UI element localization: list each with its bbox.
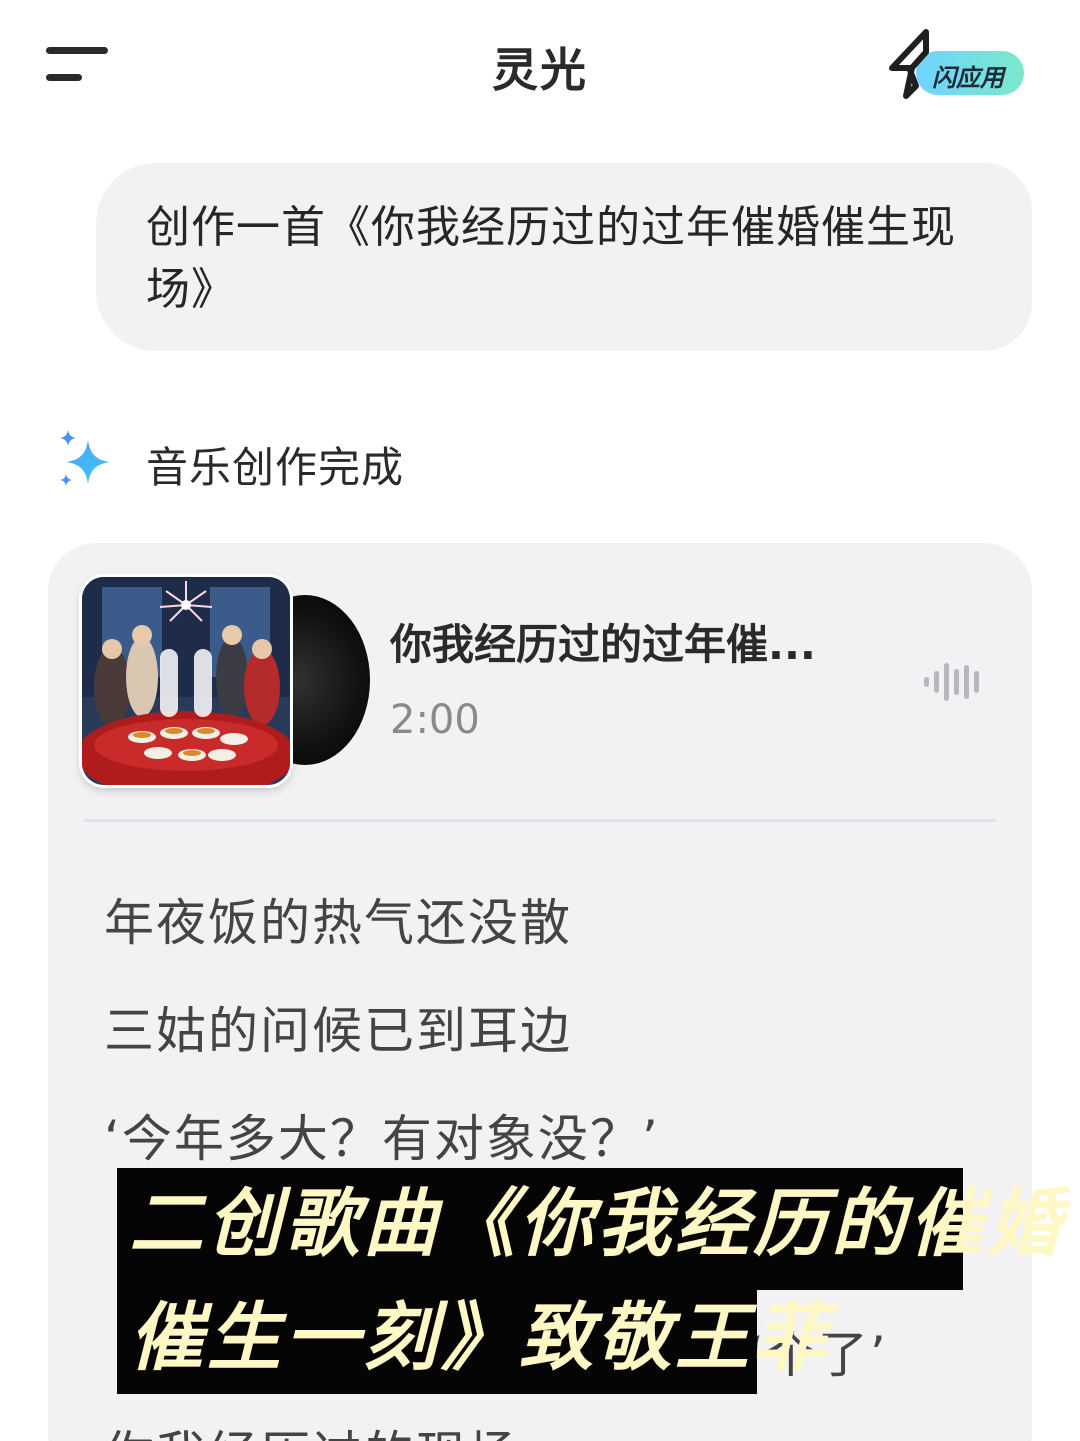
pause-bar-left [160,649,178,717]
flash-app-label: 闪应用 [932,64,1004,92]
lyric-line: 你我经历过的现场 [104,1415,520,1441]
flash-app-button[interactable]: 闪应用 [886,28,1026,100]
lyric-line: 年夜饭的热气还没散 [104,894,572,952]
pause-bar-right [194,649,212,717]
caption-line-2: 催生一刻》致敬王菲 [117,1288,827,1394]
song-duration: 2:00 [390,697,480,743]
user-prompt-bubble: 创作一首《你我经历过的过年催婚催生现场》 [96,163,1032,351]
status-text: 音乐创作完成 [146,443,405,492]
sparkle-icon [60,430,110,486]
audio-wave-icon[interactable] [922,659,982,705]
user-prompt-text: 创作一首《你我经历过的过年催婚催生现场》 [146,202,956,315]
song-title: 你我经历过的过年催... [390,620,816,669]
album-cover[interactable] [82,577,290,785]
top-bar: 灵光 闪应用 [0,0,1080,130]
caption-line-1: 二创歌曲《你我经历的催婚 [117,1168,1061,1290]
pause-icon[interactable] [160,649,212,717]
card-divider [84,819,996,822]
lyric-line: 三姑的问候已到耳边 [104,1002,572,1060]
lyric-line: ‘今年多大？有对象没？’ [104,1110,660,1168]
